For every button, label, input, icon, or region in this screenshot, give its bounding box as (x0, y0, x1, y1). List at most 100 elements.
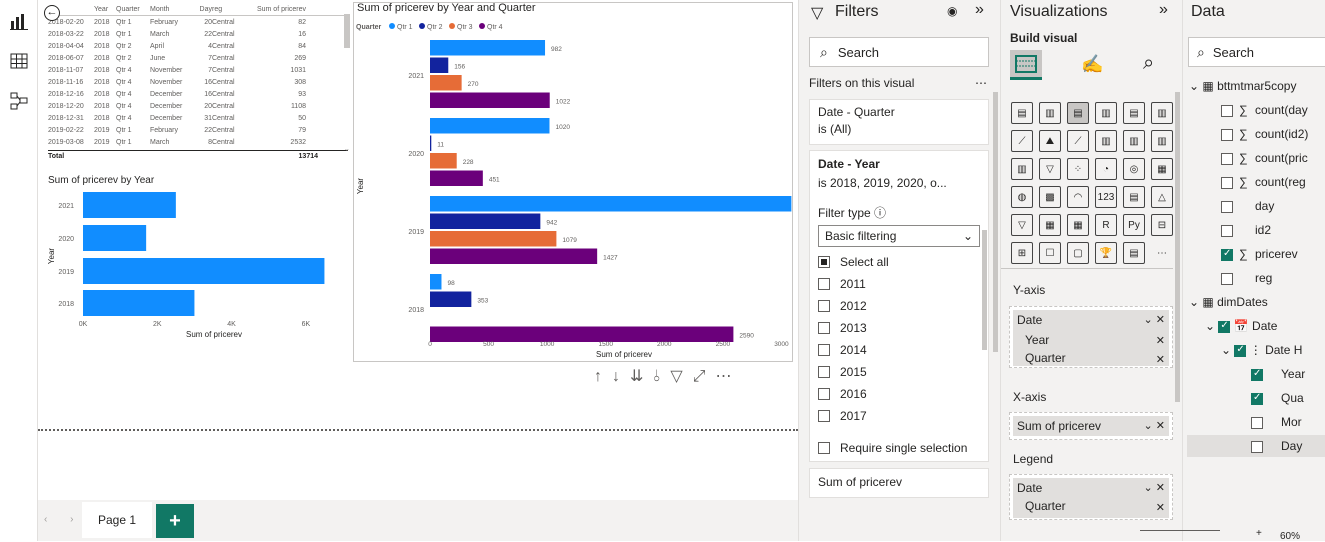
stacked-area-icon[interactable]: ⟋ (1067, 130, 1089, 152)
table-header-cell[interactable]: Day (194, 6, 212, 13)
line-column-icon[interactable]: ▥ (1095, 130, 1117, 152)
filter-icon[interactable]: ▽ (670, 368, 692, 385)
date-hierarchy-node[interactable]: ⌄ ⋮ Date H (1221, 343, 1302, 357)
more-visuals-icon[interactable]: ⋯ (1151, 242, 1173, 264)
100-column-icon[interactable]: ▥ (1151, 102, 1173, 124)
small-bar-chart[interactable]: 2021 2020 2019 2018 0K 2K 4K 6K Sum of pricerev Y… (44, 186, 344, 342)
y-field-actions-icon[interactable]: ⌄ ✕ (1144, 313, 1166, 326)
card-icon[interactable]: 123 (1095, 186, 1117, 208)
filter-year-checkbox[interactable] (818, 410, 830, 422)
data-field-checkbox[interactable] (1221, 128, 1233, 141)
require-single-option[interactable]: Require single selection (810, 437, 988, 459)
clustered-bar-chart[interactable]: Quarter Qtr 1 Qtr 2 Qtr 3 Qtr 4 982 156 270 1022… (354, 16, 792, 362)
table-node-1[interactable]: ⌄ ▦ bttmtmar5copy (1189, 79, 1296, 93)
x-axis-field-pill[interactable]: Sum of pricerev ⌄ ✕ (1013, 416, 1169, 436)
filter-year-option[interactable]: 2017 (810, 405, 988, 427)
filter-card-quarter[interactable]: Date - Quarter is (All) (809, 99, 989, 145)
table-row[interactable]: 2018-12-20 2018 Qtr 4 December 20 Central 1108 (48, 100, 348, 112)
model-view-icon[interactable] (10, 92, 28, 110)
data-field-row[interactable]: day (1221, 199, 1274, 213)
table-node-2[interactable]: ⌄ ▦ dimDates (1189, 295, 1268, 309)
scroll-down-icon[interactable]: ⌄ (344, 145, 350, 153)
legend-well[interactable]: Date ⌄ ✕ Quarter ✕ (1009, 474, 1173, 520)
filter-card-year[interactable]: Date - Year is 2018, 2019, 2020, o... Fi… (809, 150, 989, 462)
paginated-report-icon[interactable]: ▤ (1123, 242, 1145, 264)
data-field-row[interactable]: id2 (1221, 223, 1271, 237)
hierarchy-level-checkbox[interactable] (1251, 416, 1263, 429)
smart-narrative-icon[interactable]: ▢ (1067, 242, 1089, 264)
y-axis-field-pill[interactable]: Date ⌄ ✕ Year ✕ Quarter ✕ (1013, 310, 1169, 366)
report-view-icon[interactable] (10, 12, 28, 30)
table-scrollbar[interactable] (344, 14, 350, 48)
big-chart-bar[interactable] (430, 40, 546, 56)
data-field-checkbox[interactable] (1221, 224, 1233, 237)
100-bar-icon[interactable]: ▤ (1123, 102, 1145, 124)
data-field-row[interactable]: ∑ count(day (1221, 103, 1308, 117)
filter-year-option[interactable]: 2011 (810, 273, 988, 295)
pie-icon[interactable]: ◔ (1095, 158, 1117, 180)
big-chart-bar[interactable] (430, 213, 541, 230)
table-header-cell[interactable]: reg (212, 6, 246, 13)
filter-year-option[interactable]: 2014 (810, 339, 988, 361)
filter-year-checkbox[interactable] (818, 388, 830, 400)
filters-search[interactable]: ⌕ Search (809, 37, 989, 67)
small-chart-bar[interactable] (83, 225, 147, 251)
data-field-row[interactable]: ∑ count(reg (1221, 175, 1306, 189)
table-row[interactable]: 2018-06-07 2018 Qtr 2 June 7 Central 269 (48, 52, 348, 64)
filter-type-dropdown[interactable]: Basic filtering ⌄ (818, 225, 980, 247)
table-icon[interactable]: ▦ (1039, 214, 1061, 236)
legend-field-actions-icon[interactable]: ⌄ ✕ (1144, 481, 1166, 494)
metrics-icon[interactable]: 🏆 (1095, 242, 1117, 264)
r-visual-icon[interactable]: R (1095, 214, 1117, 236)
drill-icon[interactable]: ⫰ (653, 368, 670, 385)
table-row[interactable]: 2018-11-16 2018 Qtr 4 November 16 Central 308 (48, 76, 348, 88)
hierarchy-level-row[interactable]: Qua (1251, 391, 1304, 405)
sort-down-icon[interactable]: ↓ (612, 368, 630, 385)
hierarchy-level-row[interactable]: Year (1251, 367, 1305, 381)
big-chart-bar[interactable] (430, 196, 792, 212)
matrix-icon[interactable]: ▦ (1067, 214, 1089, 236)
date-hier-checkbox[interactable] (1234, 344, 1247, 357)
hierarchy-level-checkbox[interactable] (1251, 392, 1263, 405)
focus-icon[interactable]: ⤢ (693, 368, 716, 385)
line-chart-icon[interactable]: ⟋ (1011, 130, 1033, 152)
data-search[interactable]: ⌕ Search (1188, 37, 1325, 67)
remove-legend-quarter-icon[interactable]: ✕ (1156, 501, 1165, 514)
data-field-row[interactable]: reg (1221, 271, 1272, 285)
data-field-checkbox[interactable] (1221, 104, 1233, 117)
slicer-icon[interactable]: ▽ (1011, 214, 1033, 236)
area-chart-icon[interactable]: ⛰ (1039, 130, 1061, 152)
analytics-icon[interactable]: ⌕ (1143, 52, 1154, 75)
format-visual-icon[interactable]: ✍ (1081, 54, 1103, 75)
table-view-icon[interactable] (10, 52, 28, 70)
ribbon-icon[interactable]: ▥ (1151, 130, 1173, 152)
multirow-card-icon[interactable]: ▤ (1123, 186, 1145, 208)
clustered-bar-icon[interactable]: ▤ (1067, 102, 1089, 124)
funnel-icon[interactable]: ▽ (1039, 158, 1061, 180)
x-axis-well[interactable]: Sum of pricerev ⌄ ✕ (1009, 412, 1173, 440)
big-chart-bar[interactable] (430, 57, 449, 74)
data-field-row[interactable]: ∑ pricerev (1221, 247, 1298, 261)
table-row[interactable]: 2018-03-22 2018 Qtr 1 March 22 Central 16 (48, 28, 348, 40)
key-influencers-icon[interactable]: ⊟ (1151, 214, 1173, 236)
date-node[interactable]: ⌄ 📅 Date (1205, 319, 1277, 333)
hierarchy-level-checkbox[interactable] (1251, 440, 1263, 453)
data-field-row[interactable]: ∑ count(pric (1221, 151, 1308, 165)
big-chart-bar[interactable] (430, 248, 598, 265)
table-header-cell[interactable]: Month (150, 6, 194, 13)
big-chart-bar[interactable] (430, 274, 442, 290)
data-field-row[interactable]: ∑ count(id2) (1221, 127, 1308, 141)
filled-map-icon[interactable]: ▩ (1039, 186, 1061, 208)
filter-year-checkbox[interactable] (818, 322, 830, 334)
collapse-viz-icon[interactable]: » (1159, 1, 1168, 19)
page-tab[interactable]: Page 1 (82, 502, 152, 538)
map-icon[interactable]: ◍ (1011, 186, 1033, 208)
collapse-filters-icon[interactable]: » (975, 1, 984, 19)
qna-icon[interactable]: ☐ (1039, 242, 1061, 264)
python-visual-icon[interactable]: Py (1123, 214, 1145, 236)
table-header-cell[interactable]: Sum of pricerev (246, 6, 306, 13)
big-chart-bar[interactable] (430, 75, 462, 91)
kpi-icon[interactable]: △ (1151, 186, 1173, 208)
select-all-checkbox[interactable] (818, 256, 830, 268)
data-field-checkbox[interactable] (1221, 248, 1233, 261)
